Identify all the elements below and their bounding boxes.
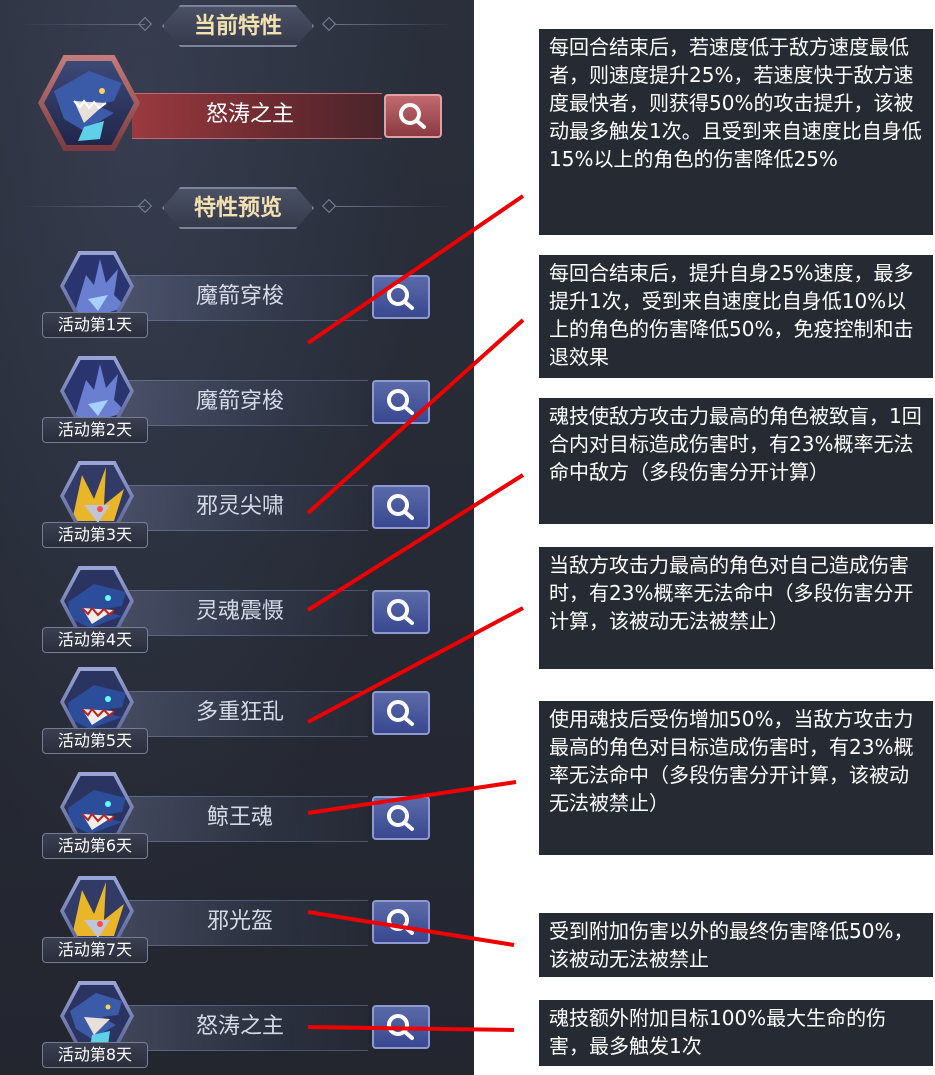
trait-name: 魔箭穿梭	[195, 284, 284, 309]
preview-section-title: 特性预览	[162, 187, 314, 229]
trait-description-6: 受到附加伤害以外的最终伤害降低50%，该被动无法被禁止	[539, 913, 933, 977]
trait-description-5: 使用魂技后受伤增加50%，当敌方攻击力最高的角色对目标造成伤害时，有23%概率无…	[539, 701, 933, 855]
day-label: 活动第8天	[42, 1042, 148, 1068]
whale-icon	[64, 776, 130, 838]
magnifier-icon	[387, 700, 414, 726]
trait-search-button[interactable]	[372, 485, 430, 529]
trait-description-2: 每回合结束后，提升自身25%速度，最多提升1次，受到来自速度比自身低10%以上的…	[539, 255, 933, 378]
trait-search-button[interactable]	[372, 796, 430, 840]
magnifier-icon	[387, 494, 414, 520]
magnifier-icon	[387, 599, 414, 625]
shark-icon	[64, 985, 130, 1047]
preview-section-header: 特性预览	[0, 184, 474, 230]
magnifier-icon	[387, 1014, 414, 1040]
trait-description-4: 当敌方攻击力最高的角色对自己造成伤害时，有23%概率无法命中（多段伤害分开计算，…	[539, 547, 933, 669]
trait-name: 灵魂震慑	[195, 599, 284, 624]
magnifier-icon	[387, 389, 414, 415]
shark-icon	[54, 71, 122, 141]
day-label: 活动第5天	[42, 728, 148, 754]
trait-name: 邪光盔	[206, 909, 273, 934]
current-trait-portrait	[38, 55, 140, 151]
gold-horn-icon	[64, 880, 130, 942]
day-label: 活动第4天	[42, 627, 148, 653]
day-label: 活动第1天	[42, 312, 148, 338]
trait-search-button[interactable]	[372, 1005, 430, 1049]
whale-icon	[64, 671, 130, 733]
current-section-header: 当前特性	[0, 2, 474, 48]
trait-search-button[interactable]	[372, 691, 430, 735]
current-trait-search-button[interactable]	[384, 94, 442, 138]
trait-name: 多重狂乱	[195, 700, 284, 725]
day-label: 活动第2天	[42, 417, 148, 443]
trait-description-1: 每回合结束后，若速度低于敌方速度最低者，则速度提升25%，若速度快于敌方速度最快…	[539, 29, 933, 235]
trait-search-button[interactable]	[372, 380, 430, 424]
trait-search-button[interactable]	[372, 900, 430, 944]
gold-horn-icon	[64, 465, 130, 527]
trait-description-7: 魂技额外附加目标100%最大生命的伤害，最多触发1次	[539, 1000, 933, 1066]
trait-search-button[interactable]	[372, 275, 430, 319]
trait-name: 魔箭穿梭	[195, 389, 284, 414]
current-trait-name: 怒涛之主	[205, 102, 294, 127]
trait-name: 鲸王魂	[206, 805, 273, 830]
trait-name: 怒涛之主	[195, 1014, 284, 1039]
day-label: 活动第7天	[42, 937, 148, 963]
magnifier-icon	[387, 284, 414, 310]
trait-name: 邪灵尖啸	[195, 494, 284, 519]
game-panel: 当前特性 怒涛之主 特性预览 魔箭穿梭 活动第1天 魔箭穿梭 活动第2天 邪灵尖…	[0, 0, 474, 1075]
day-label: 活动第6天	[42, 833, 148, 859]
whale-icon	[64, 570, 130, 632]
day-label: 活动第3天	[42, 522, 148, 548]
trait-description-3: 魂技使敌方攻击力最高的角色被致盲，1回合内对目标造成伤害时，有23%概率无法命中…	[539, 398, 933, 524]
magnifier-icon	[399, 103, 426, 129]
magnifier-icon	[387, 909, 414, 935]
trait-search-button[interactable]	[372, 590, 430, 634]
magnifier-icon	[387, 805, 414, 831]
spike-dragon-icon	[64, 360, 130, 422]
current-section-title: 当前特性	[162, 5, 314, 47]
spike-dragon-icon	[64, 255, 130, 317]
